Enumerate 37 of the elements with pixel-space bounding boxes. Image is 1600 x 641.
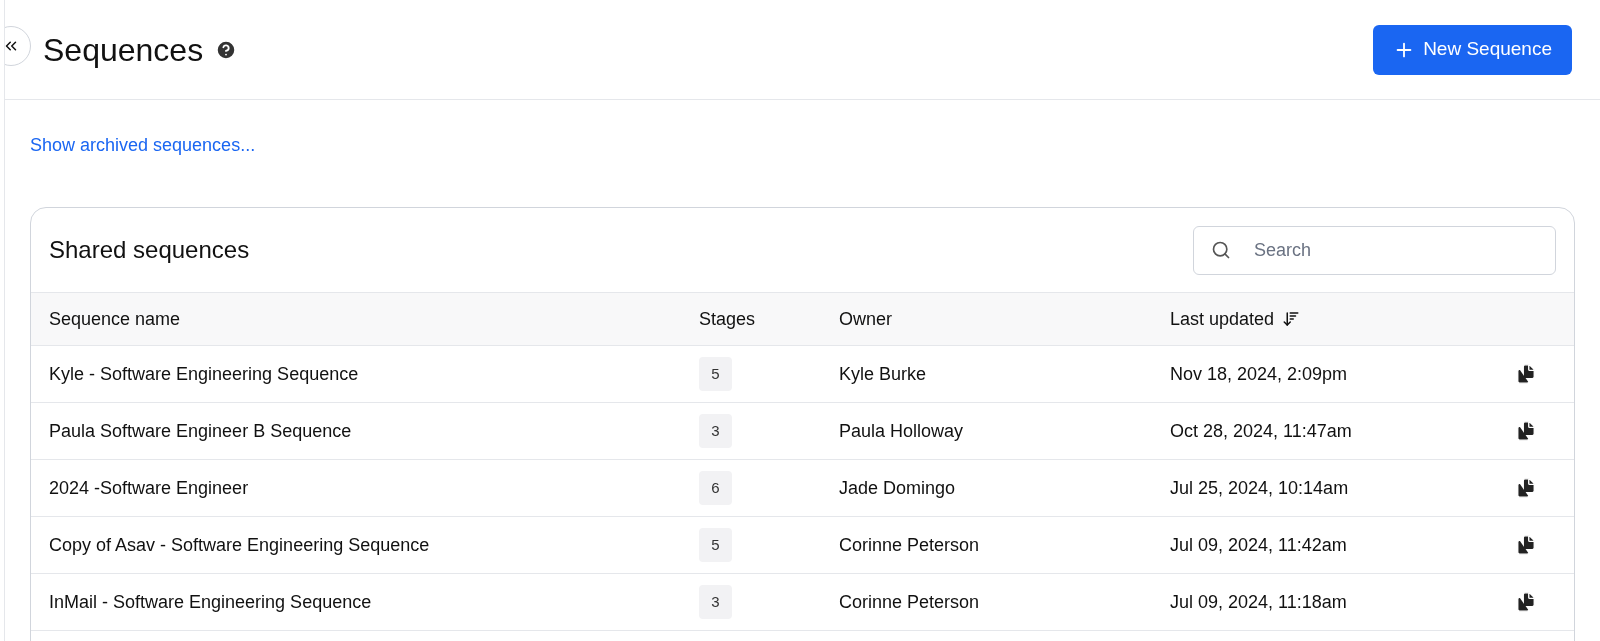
owner-cell-text: Corinne Peterson xyxy=(839,590,981,614)
search-field[interactable]: Search xyxy=(1193,225,1556,275)
new-sequence-button[interactable]: New Sequence xyxy=(1373,24,1572,75)
owner-cell-text: Jade Domingo xyxy=(839,476,957,500)
owner-cell-text: Corinne Peterson xyxy=(839,533,981,557)
stage-count-badge: 5 xyxy=(699,528,732,562)
copy-icon[interactable] xyxy=(1515,420,1537,442)
sequence-name-cell-text: InMail - Software Engineering Sequence xyxy=(49,590,373,614)
copy-icon[interactable] xyxy=(1515,534,1537,556)
last-updated-cell-text: Jul 09, 2024, 11:42am xyxy=(1170,533,1348,557)
copy-icon[interactable] xyxy=(1515,477,1537,499)
owner-cell-text: Paula Holloway xyxy=(839,419,965,443)
sequence-name-cell-text: Paula Software Engineer B Sequence xyxy=(49,419,353,443)
sequence-name-cell-text: 2024 -Software Engineer xyxy=(49,476,250,500)
owner-cell-text: Kyle Burke xyxy=(839,362,928,386)
last-updated-cell-text: Oct 28, 2024, 11:47am xyxy=(1170,419,1353,443)
stage-count-badge: 6 xyxy=(699,471,732,505)
stage-count-badge: 3 xyxy=(699,414,732,448)
stage-count-badge: 5 xyxy=(699,357,732,391)
copy-icon[interactable] xyxy=(1515,591,1537,613)
last-updated-cell-text: Nov 18, 2024, 2:09pm xyxy=(1170,362,1349,386)
column-header: Stages xyxy=(699,307,757,331)
stage-count-badge: 3 xyxy=(699,585,732,619)
last-updated-cell-text: Jul 09, 2024, 11:18am xyxy=(1170,590,1348,614)
sequence-name-cell-text: Copy of Asav - Software Engineering Sequence xyxy=(49,533,431,557)
column-header[interactable]: Last updated xyxy=(1170,305,1275,333)
copy-icon[interactable] xyxy=(1515,363,1537,385)
sequence-name-cell-text: Kyle - Software Engineering Sequence xyxy=(49,362,360,386)
last-updated-cell-text: Jul 25, 2024, 10:14am xyxy=(1170,476,1350,500)
help-icon[interactable] xyxy=(215,38,238,61)
page-title: Sequences xyxy=(43,33,204,66)
column-header: Sequence name xyxy=(49,307,182,331)
search-icon xyxy=(1211,239,1231,260)
card-title: Shared sequences xyxy=(49,235,250,265)
column-header: Owner xyxy=(839,307,893,331)
sort-descending-icon[interactable] xyxy=(1282,310,1301,328)
show-archived-link[interactable]: Show archived sequences... xyxy=(30,135,256,155)
